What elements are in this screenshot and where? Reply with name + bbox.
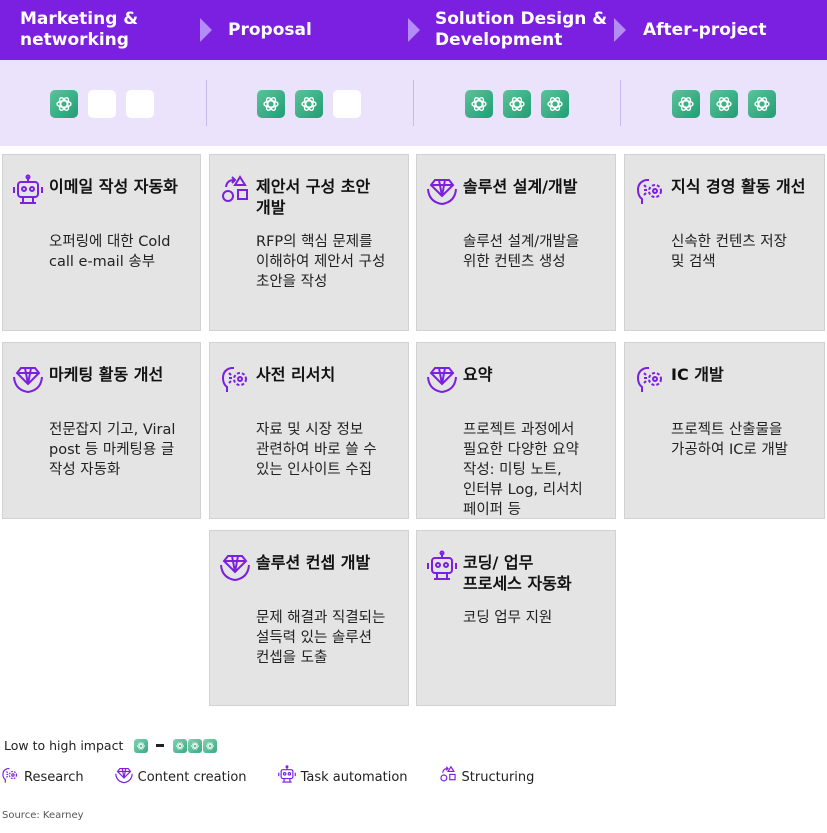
card-description: 코딩 업무 지원	[463, 610, 553, 626]
chevron-right-icon	[408, 18, 420, 42]
card-title: IC 개발	[671, 365, 724, 384]
impact-rating-marketing	[50, 90, 154, 118]
task-automation-icon	[425, 550, 459, 584]
content-creation-icon	[114, 765, 138, 789]
divider	[413, 80, 414, 126]
card-description: 전문잡지 기고, Viral post 등 마케팅용 글 작성 자동화	[49, 422, 176, 478]
card-title: 지식 경영 활동 개선	[671, 177, 806, 196]
use-case-card: 요약프로젝트 과정에서 필요한 다양한 요약 작성: 미팅 노트, 인터뷰 Lo…	[416, 342, 616, 519]
task-automation-icon	[277, 765, 301, 789]
use-case-card: 이메일 작성 자동화오퍼링에 대한 Cold call e-mail 송부	[2, 154, 201, 331]
structuring-icon	[218, 174, 252, 208]
use-case-card: 마케팅 활동 개선전문잡지 기고, Viral post 등 마케팅용 글 작성…	[2, 342, 201, 519]
ai-impact-icon	[465, 90, 493, 118]
empty-impact-slot	[88, 90, 116, 118]
ai-impact-icon	[503, 90, 531, 118]
impact-legend-label: Low to high impact	[4, 738, 124, 753]
research-icon	[0, 765, 24, 789]
content-creation-icon	[218, 550, 252, 584]
impact-legend: Low to high impact	[4, 738, 218, 753]
use-case-card: IC 개발프로젝트 산출물을 가공하여 IC로 개발	[624, 342, 825, 519]
ai-impact-icon	[672, 90, 700, 118]
card-description: 자료 및 시장 정보 관련하여 바로 쓸 수 있는 인사이트 수집	[256, 422, 377, 478]
phase-marketing-networking: Marketing & networking	[20, 9, 139, 50]
use-case-card: 사전 리서치자료 및 시장 정보 관련하여 바로 쓸 수 있는 인사이트 수집	[209, 342, 409, 519]
research-icon	[633, 174, 667, 208]
empty-impact-slot	[126, 90, 154, 118]
phase-after-project: After-project	[643, 19, 767, 40]
impact-high-icon	[203, 738, 218, 753]
type-legend: Research Content creation Task automation S…	[0, 765, 564, 789]
card-description: RFP의 핵심 문제를 이해하여 제안서 구성 초안을 작성	[256, 234, 386, 290]
structuring-icon	[438, 765, 462, 789]
legend-label: Content creation	[137, 769, 247, 785]
phase-header: Marketing & networking Proposal Solution…	[0, 0, 827, 60]
card-title: 솔루션 컨셉 개발	[256, 553, 371, 572]
research-icon	[218, 362, 252, 396]
ai-impact-icon	[295, 90, 323, 118]
chevron-right-icon	[614, 18, 626, 42]
phase-proposal: Proposal	[228, 19, 312, 40]
legend-item-task-automation: Task automation	[277, 765, 408, 789]
empty-impact-slot	[333, 90, 361, 118]
range-dash	[156, 744, 165, 747]
card-title: 사전 리서치	[256, 365, 336, 384]
card-title: 제안서 구성 초안 개발	[256, 177, 371, 217]
legend-label: Research	[24, 769, 84, 785]
impact-high-icon	[173, 738, 188, 753]
impact-rating-proposal	[257, 90, 361, 118]
content-creation-icon	[11, 362, 45, 396]
use-case-card: 솔루션 컨셉 개발문제 해결과 직결되는 설득력 있는 솔루션 컨셉을 도출	[209, 530, 409, 706]
legend-item-content-creation: Content creation	[114, 765, 247, 789]
use-case-card: 코딩/ 업무 프로세스 자동화코딩 업무 지원	[416, 530, 616, 706]
divider	[206, 80, 207, 126]
card-description: 문제 해결과 직결되는 설득력 있는 솔루션 컨셉을 도출	[256, 610, 386, 666]
legend-label: Task automation	[300, 769, 408, 785]
source-note: Source: Kearney	[2, 810, 84, 821]
task-automation-icon	[11, 174, 45, 208]
impact-rating-solution	[465, 90, 569, 118]
impact-low-icon	[134, 738, 149, 753]
card-title: 솔루션 설계/개발	[463, 177, 578, 196]
card-description: 오퍼링에 대한 Cold call e-mail 송부	[49, 234, 171, 270]
legend-item-structuring: Structuring	[438, 765, 535, 789]
card-title: 마케팅 활동 개선	[49, 365, 164, 384]
card-description: 프로젝트 산출물을 가공하여 IC로 개발	[671, 422, 788, 458]
ai-impact-icon	[710, 90, 738, 118]
card-description: 신속한 컨텐츠 저장 및 검색	[671, 234, 787, 270]
use-case-card: 지식 경영 활동 개선신속한 컨텐츠 저장 및 검색	[624, 154, 825, 331]
card-title: 이메일 작성 자동화	[49, 177, 178, 196]
legend-item-research: Research	[0, 765, 84, 789]
ai-impact-icon	[50, 90, 78, 118]
research-icon	[633, 362, 667, 396]
card-title: 요약	[463, 365, 493, 384]
impact-rating-after-project	[672, 90, 776, 118]
card-title: 코딩/ 업무 프로세스 자동화	[463, 553, 572, 593]
ai-impact-icon	[257, 90, 285, 118]
legend-label: Structuring	[461, 769, 535, 785]
use-case-card: 제안서 구성 초안 개발 RFP의 핵심 문제를 이해하여 제안서 구성 초안을 …	[209, 154, 409, 331]
ai-impact-icon	[748, 90, 776, 118]
phase-solution-design: Solution Design & Development	[435, 9, 608, 50]
content-creation-icon	[425, 362, 459, 396]
impact-high-icon	[188, 738, 203, 753]
content-creation-icon	[425, 174, 459, 208]
divider	[620, 80, 621, 126]
use-case-card: 솔루션 설계/개발솔루션 설계/개발을 위한 컨텐츠 생성	[416, 154, 616, 331]
card-description: 프로젝트 과정에서 필요한 다양한 요약 작성: 미팅 노트, 인터뷰 Log,…	[463, 422, 583, 518]
ai-impact-icon	[541, 90, 569, 118]
card-description: 솔루션 설계/개발을 위한 컨텐츠 생성	[463, 234, 580, 270]
chevron-right-icon	[200, 18, 212, 42]
